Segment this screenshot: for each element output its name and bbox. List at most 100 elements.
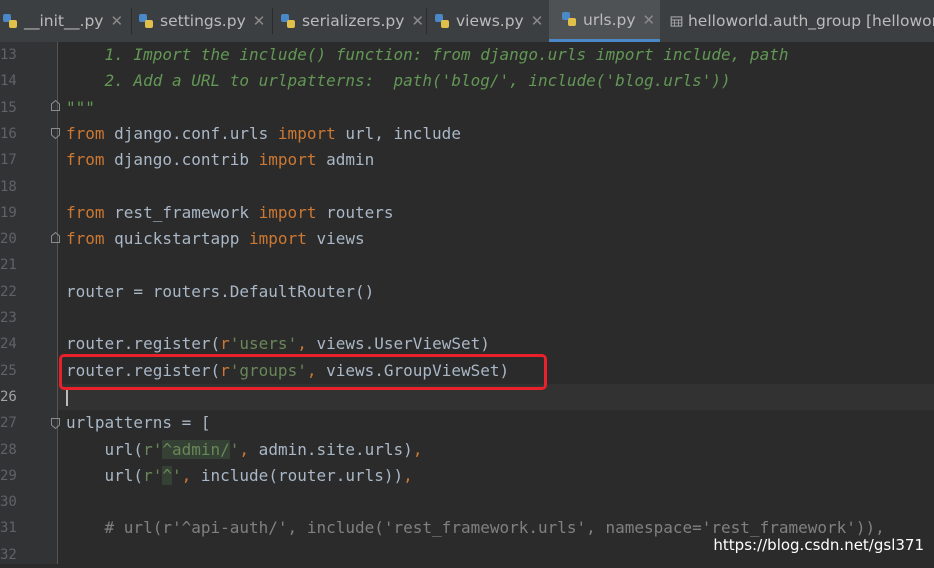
raw-string-prefix: r [220,334,230,354]
line-number: 18 [0,178,17,195]
module-name: django.conf.urls [104,123,278,143]
code-line-28: url(r'^admin/', admin.site.urls), [66,437,422,463]
module-name: rest_framework [104,202,259,222]
keyword-from: from [66,150,105,170]
fold-start-icon[interactable] [51,128,60,139]
tab-separator [426,8,427,34]
line-number: 27 [0,415,17,432]
tab-serializers-py[interactable]: serializers.py ✕ [278,0,424,42]
line-number: 25 [0,362,17,379]
code-line-14: 2. Add a URL to urlpatterns: path('blog/… [66,71,731,91]
line-number: 17 [0,152,17,169]
tab-label: serializers.py [301,12,405,30]
code-line-13: 1. Import the include() function: from d… [66,45,789,64]
tab-label: __init__.py [24,12,104,30]
comma: , [412,439,423,459]
line-number: 15 [0,99,17,116]
tab-views-py[interactable]: views.py ✕ [432,0,547,42]
regex-pattern: ^admin/ [162,439,230,459]
close-icon[interactable]: ✕ [643,11,656,29]
line-number: 31 [0,520,17,537]
code-line-16: from django.conf.urls import url, includ… [66,121,461,147]
code-line-15: """ [66,97,95,117]
code-line-19: from rest_framework import routers [66,200,394,226]
code-line-20: from quickstartapp import views [66,226,365,252]
code-call: url( [66,439,144,459]
tab-separator [131,8,132,34]
code-editor[interactable]: 13 14 15 16 17 18 19 20 21 22 23 24 25 2… [0,42,934,564]
close-icon[interactable]: ✕ [253,12,266,30]
string-literal: 'users' [229,334,298,354]
comma: , [297,334,307,354]
tab-label: settings.py [160,12,246,30]
code-line-29: url(r'^', include(router.urls)), [66,463,413,489]
comma: , [181,465,192,485]
close-icon[interactable]: ✕ [411,12,424,30]
keyword-import: import [277,123,336,143]
comma: , [403,465,413,485]
line-number: 29 [0,467,17,484]
tab-settings-py[interactable]: settings.py ✕ [136,0,270,42]
line-number: 21 [0,257,17,274]
tab-separator [272,8,273,34]
comma: , [239,439,250,459]
regex-pattern: ^ [162,465,172,485]
line-number: 30 [0,494,17,511]
line-number: 20 [0,231,17,248]
string-quote: ' [171,465,182,485]
keyword-from: from [66,202,105,222]
line-number-current: 26 [0,388,17,405]
import-names: views [306,229,365,249]
line-number: 13 [0,47,17,63]
line-number: 23 [0,310,17,326]
code-args: views.UserViewSet) [306,334,490,354]
keyword-import: import [249,229,307,249]
line-number: 16 [0,125,17,142]
python-file-icon [435,13,449,28]
import-names: routers [316,202,394,222]
code-args: admin.site.urls) [249,439,413,459]
import-names: url, include [335,123,461,143]
python-file-icon [139,13,153,28]
keyword-import: import [258,202,317,222]
string-literal: r' [143,465,163,485]
editor-tab-bar: __init__.py ✕ settings.py ✕ serializers.… [0,0,934,43]
table-icon [670,15,683,27]
string-literal: r' [143,439,163,459]
import-names: admin [316,150,375,170]
close-icon[interactable]: ✕ [110,12,123,30]
tab-urls-py[interactable]: urls.py ✕ [549,0,660,42]
tab-label: urls.py [583,10,636,29]
module-name: quickstartapp [104,229,250,249]
module-name: django.contrib [104,150,259,170]
code-call: router.register( [66,334,221,354]
line-number: 24 [0,336,17,353]
line-number: 19 [0,204,17,221]
code-call: url( [66,465,144,485]
keyword-import: import [258,150,317,170]
fold-end-icon[interactable] [51,100,60,111]
tab-init-py[interactable]: __init__.py ✕ [0,0,130,42]
line-number: 14 [0,73,17,90]
code-args: include(router.urls)) [191,465,404,485]
close-icon[interactable]: ✕ [531,12,544,30]
python-file-icon [280,13,295,28]
tab-auth-group-table[interactable]: helloworld.auth_group [hellowor [668,0,934,42]
keyword-from: from [66,229,105,249]
tab-label: views.py [456,12,524,30]
fold-start-icon[interactable] [51,418,60,429]
line-number: 22 [0,283,17,300]
watermark: https://blog.csdn.net/gsl371 [713,536,924,554]
red-highlight-annotation [59,354,547,390]
code-line-22: router = routers.DefaultRouter() [66,281,375,301]
string-quote: ' [229,439,240,459]
line-number: 32 [0,546,17,563]
code-line-27: urlpatterns = [ [66,413,211,433]
line-number-gutter: 13 14 15 16 17 18 19 20 21 22 23 24 25 2… [0,42,60,564]
python-file-icon [3,13,17,28]
code-line-17: from django.contrib import admin [66,147,374,173]
tab-label: helloworld.auth_group [hellowor [687,12,934,30]
keyword-from: from [66,123,105,143]
fold-end-icon[interactable] [51,232,60,243]
line-number: 28 [0,441,17,458]
